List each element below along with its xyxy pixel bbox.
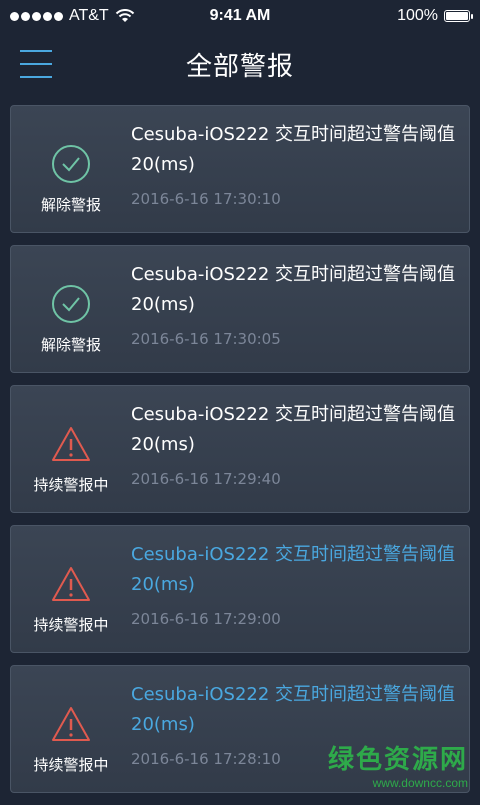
- alert-list: 解除警报 Cesuba-iOS222 交互时间超过警告阈值20(ms) 2016…: [10, 105, 470, 805]
- alert-status: 解除警报: [11, 106, 131, 232]
- warning-triangle-icon: [52, 707, 90, 741]
- signal-strength-icon: [10, 11, 63, 21]
- alert-item[interactable]: 持续警报中 Cesuba-iOS222 交互时间超过警告阈值20(ms) 201…: [10, 385, 470, 513]
- status-left: AT&T: [10, 7, 135, 25]
- alert-message: Cesuba-iOS222 交互时间超过警告阈值20(ms): [131, 124, 456, 175]
- watermark-main: 绿色资源网: [327, 745, 468, 775]
- status-bar: AT&T 9:41 AM 100%: [0, 0, 480, 32]
- carrier-label: AT&T: [69, 7, 109, 24]
- alert-status-label: 持续警报中: [33, 476, 109, 494]
- alert-item[interactable]: 解除警报 Cesuba-iOS222 交互时间超过警告阈值20(ms) 2016…: [10, 245, 470, 373]
- alert-content: Cesuba-iOS222 交互时间超过警告阈值20(ms) 2016-6-16…: [131, 400, 459, 488]
- menu-button[interactable]: [20, 50, 52, 78]
- warning-triangle-icon: [52, 427, 90, 461]
- alert-message: Cesuba-iOS222 交互时间超过警告阈值20(ms): [131, 264, 456, 315]
- alert-status: 持续警报中: [11, 666, 131, 792]
- alert-status-label: 持续警报中: [33, 616, 109, 634]
- alert-status: 持续警报中: [11, 526, 131, 652]
- alert-time: 2016-6-16 17:29:00: [131, 610, 281, 628]
- alert-content: Cesuba-iOS222 交互时间超过警告阈值20(ms) 2016-6-16…: [131, 260, 459, 348]
- alert-message: Cesuba-iOS222 交互时间超过警告阈值20(ms): [131, 544, 456, 595]
- alert-message: Cesuba-iOS222 交互时间超过警告阈值20(ms): [131, 404, 456, 455]
- alert-content: Cesuba-iOS222 交互时间超过警告阈值20(ms) 2016-6-16…: [131, 540, 459, 628]
- alert-status: 持续警报中: [11, 386, 131, 512]
- alert-item[interactable]: 解除警报 Cesuba-iOS222 交互时间超过警告阈值20(ms) 2016…: [10, 105, 470, 233]
- alert-time: 2016-6-16 17:30:05: [131, 330, 281, 348]
- battery-percent: 100%: [397, 7, 438, 24]
- watermark: 绿色资源网 www.downcc.com: [328, 739, 468, 790]
- watermark-url: www.downcc.com: [372, 776, 468, 790]
- alert-status-label: 持续警报中: [33, 756, 109, 774]
- page-title: 全部警报: [185, 51, 294, 82]
- alert-status: 解除警报: [11, 246, 131, 372]
- alert-time: 2016-6-16 17:29:40: [131, 470, 281, 488]
- wifi-icon: [115, 9, 134, 22]
- alert-status-label: 解除警报: [40, 196, 101, 214]
- alert-content: Cesuba-iOS222 交互时间超过警告阈值20(ms) 2016-6-16…: [131, 120, 459, 208]
- alert-message: Cesuba-iOS222 交互时间超过警告阈值20(ms): [131, 684, 456, 735]
- menu-icon: [20, 50, 52, 52]
- alert-time: 2016-6-16 17:30:10: [131, 190, 281, 208]
- battery-icon: [444, 10, 473, 22]
- alert-status-label: 解除警报: [40, 336, 101, 354]
- alert-item[interactable]: 持续警报中 Cesuba-iOS222 交互时间超过警告阈值20(ms) 201…: [10, 525, 470, 653]
- check-circle-icon: [52, 285, 90, 323]
- warning-triangle-icon: [52, 567, 90, 601]
- status-right: 100%: [397, 7, 473, 25]
- check-circle-icon: [52, 145, 90, 183]
- nav-bar: 全部警报: [0, 32, 480, 96]
